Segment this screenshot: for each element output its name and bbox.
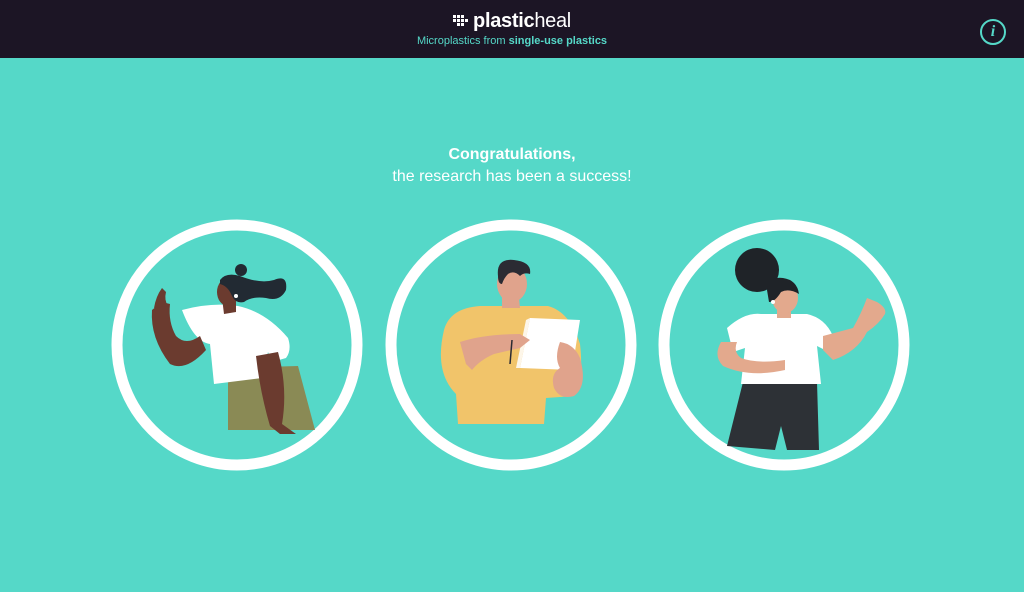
success-message: Congratulations, the research has been a… [0, 144, 1024, 188]
info-icon: i [990, 23, 996, 40]
plasticheal-logo-icon [453, 15, 469, 26]
researcher-illustration-2 [385, 219, 637, 471]
brand-name: plasticheal [473, 10, 571, 32]
brand-name-light: heal [534, 10, 571, 32]
app-subtitle: Microplastics from single-use plastics [0, 35, 1024, 47]
researcher-avatar-1[interactable] [110, 218, 364, 472]
researcher-illustration-1 [111, 219, 363, 471]
top-bar: plasticheal Microplastics from single-us… [0, 0, 1024, 58]
brand-logo: plasticheal [0, 10, 1024, 32]
success-screen: plasticheal Microplastics from single-us… [0, 0, 1024, 592]
subtitle-prefix: Microplastics from [416, 35, 509, 47]
researcher-avatar-2[interactable] [384, 218, 638, 472]
researcher-avatar-3[interactable] [657, 218, 911, 472]
info-button[interactable]: i [980, 19, 1006, 45]
congratulations-title: Congratulations, [448, 146, 576, 163]
success-subtitle: the research has been a success! [392, 168, 632, 185]
subtitle-highlight: single-use plastics [508, 35, 608, 47]
brand-name-bold: plastic [473, 10, 535, 32]
researcher-illustration-3 [658, 219, 910, 471]
